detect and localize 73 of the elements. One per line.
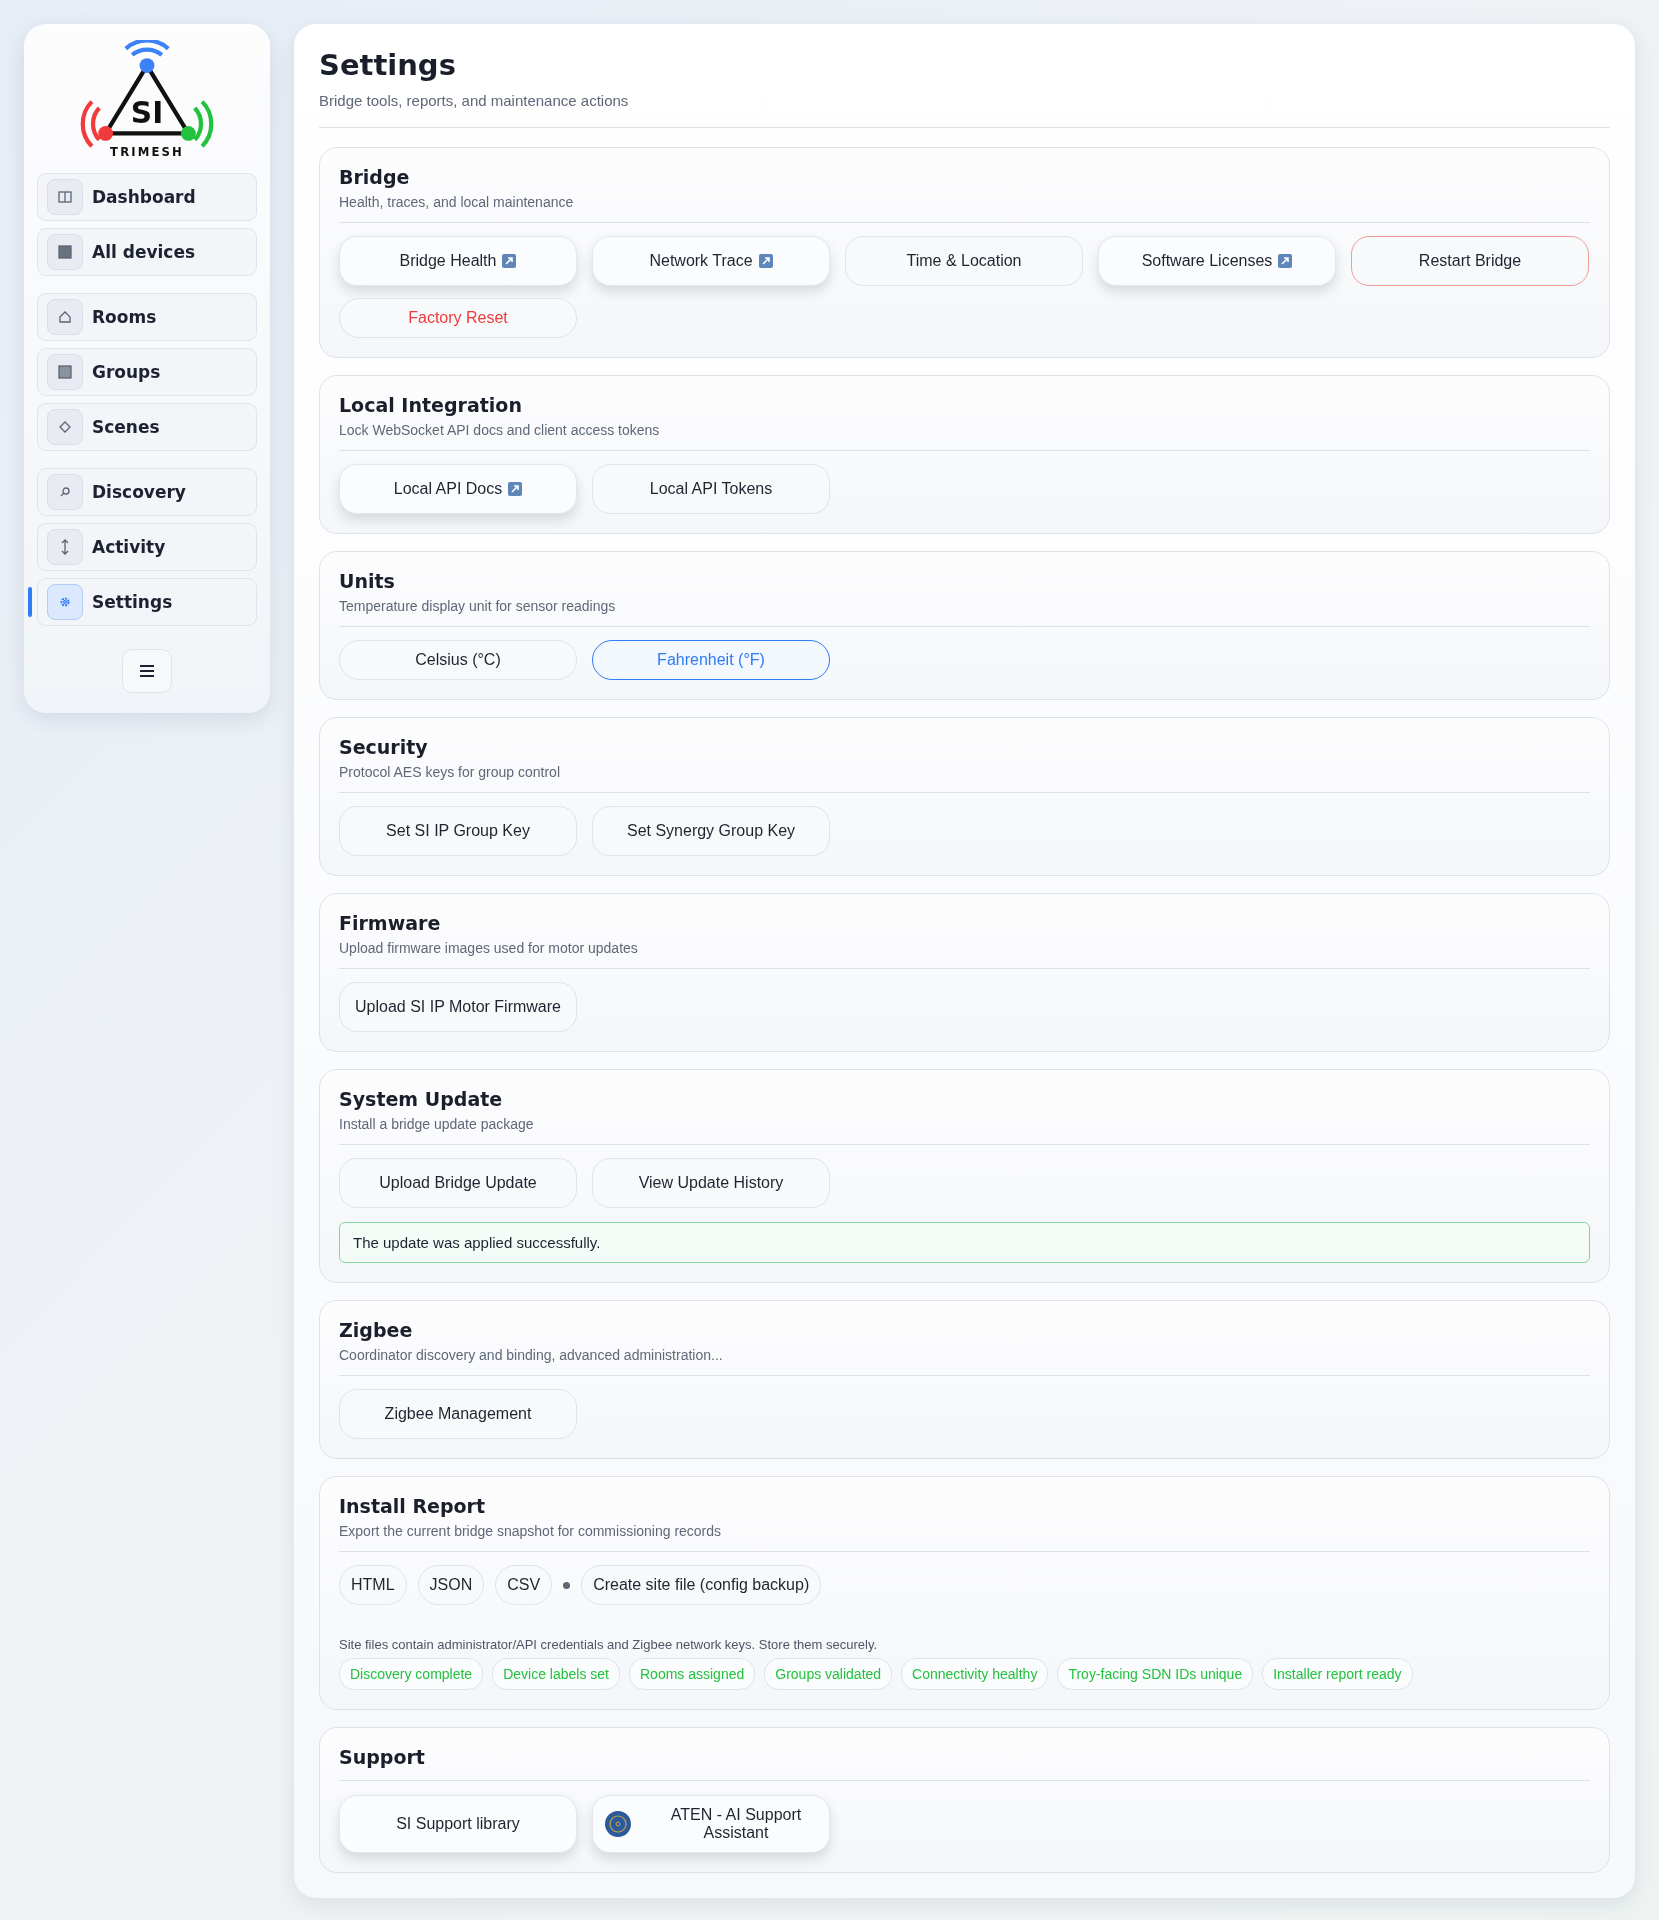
checklist-tag: Installer report ready [1262,1658,1413,1690]
action-button[interactable]: Set SI IP Group Key [339,806,577,856]
action-button[interactable]: Time & Location [845,236,1083,286]
menu-icon [139,664,155,678]
status-message: The update was applied successfully. [339,1222,1590,1263]
nav-item[interactable]: Dashboard [37,173,257,221]
nav-item[interactable]: Discovery [37,468,257,516]
section-subtitle: Lock WebSocket API docs and client access tokens [339,422,661,438]
grid-icon [57,364,73,380]
checklist-tag: Groups validated [764,1658,893,1690]
section-subtitle: Temperature display unit for sensor readings [339,598,617,614]
export-format-button[interactable]: CSV [495,1565,553,1605]
section-title: Security [339,736,429,758]
warning-note: Site files contain administrator/API credentials and Zigbee network keys. Store them securely. [339,1637,879,1652]
action-button[interactable]: Upload Bridge Update [339,1158,577,1208]
action-button[interactable]: Restart Bridge [1351,236,1589,286]
nav-item[interactable]: Settings [37,578,257,626]
external-link-icon [758,254,773,268]
action-button[interactable]: Network Trace [592,236,830,286]
menu-button[interactable] [122,649,172,693]
checklist-tag: Rooms assigned [629,1658,756,1690]
unit-option[interactable]: Celsius (°C) [339,640,577,680]
nav-item[interactable]: Scenes [37,403,257,451]
section-title: Zigbee [339,1319,414,1341]
page-title: Settings [319,48,457,82]
section-subtitle: Export the current bridge snapshot for commissioning records [339,1523,723,1539]
nav-item[interactable]: Rooms [37,293,257,341]
action-button[interactable]: Local API Tokens [592,464,830,514]
nav-item[interactable]: All devices [37,228,257,276]
trimesh-logo: SI TRIMESH [77,40,217,159]
section-subtitle: Protocol AES keys for group control [339,764,561,780]
action-button[interactable]: Factory Reset [339,298,577,338]
checklist-tag: Connectivity healthy [901,1658,1049,1690]
section-title: Firmware [339,912,442,934]
action-button[interactable]: View Update History [592,1158,830,1208]
section-subtitle: Health, traces, and local maintenance [339,194,575,210]
external-link-icon [1278,254,1293,268]
section-title: Bridge [339,166,411,188]
house-icon [57,309,73,325]
section-subtitle: Install a bridge update package [339,1116,535,1132]
action-button[interactable]: Set Synergy Group Key [592,806,830,856]
export-format-button[interactable]: JSON [417,1565,485,1605]
export-format-button[interactable]: HTML [339,1565,407,1605]
section-title: Local Integration [339,394,523,416]
action-button[interactable]: Bridge Health [339,236,577,286]
assistant-avatar-icon [605,1811,631,1837]
section-subtitle: Upload firmware images used for motor updates [339,940,639,956]
checklist-tag: Device labels set [492,1658,620,1690]
diamond-icon [57,419,73,435]
section-title: Install Report [339,1495,487,1517]
action-button[interactable]: Zigbee Management [339,1389,577,1439]
columns-icon [57,189,73,205]
unit-option[interactable]: Fahrenheit (°F) [592,640,830,680]
grid-icon [57,244,73,260]
section-title: System Update [339,1088,504,1110]
active-indicator [28,587,32,617]
nav-item[interactable]: Activity [37,523,257,571]
checklist-tag: Troy-facing SDN IDs unique [1057,1658,1254,1690]
action-button[interactable]: Upload SI IP Motor Firmware [339,982,577,1032]
external-link-icon [508,482,523,496]
separator-dot [563,1581,571,1589]
section-title: Support [339,1746,426,1768]
action-button[interactable]: Local API Docs [339,464,577,514]
checklist-tag: Discovery complete [339,1658,484,1690]
action-button[interactable]: Software Licenses [1098,236,1336,286]
section-title: Units [339,570,396,592]
action-button[interactable]: SI Support library [339,1795,577,1853]
nav-item[interactable]: Groups [37,348,257,396]
action-button[interactable]: ATEN - AI Support Assistant [592,1795,830,1853]
external-link-icon [502,254,517,268]
page-subtitle: Bridge tools, reports, and maintenance actions [319,92,630,109]
section-subtitle: Coordinator discovery and binding, advanced administration... [339,1347,724,1363]
backup-button[interactable]: Create site file (config backup) [581,1565,822,1605]
